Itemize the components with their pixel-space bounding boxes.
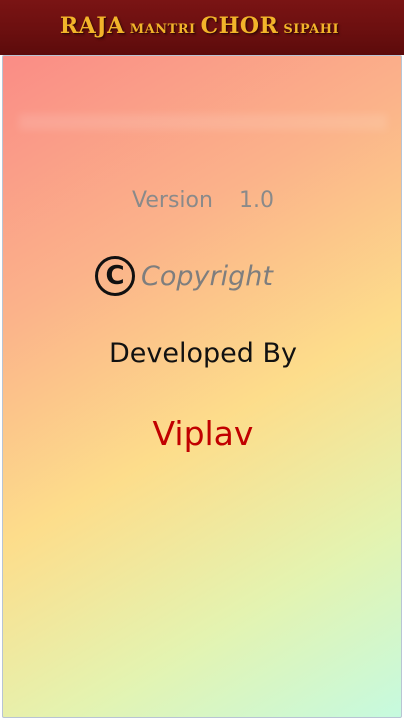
app-title-mantri: MANTRI xyxy=(129,21,196,37)
version-row: Version 1.0 xyxy=(3,188,401,213)
copyright-symbol: C xyxy=(105,261,125,291)
app-title: RAJA MANTRI CHOR SIPAHI xyxy=(60,15,344,37)
app-title-chor: CHOR xyxy=(200,12,279,39)
version-label: Version xyxy=(132,188,213,213)
app-title-sipahi: SIPAHI xyxy=(283,21,340,37)
copyright-icon: C xyxy=(95,256,135,296)
app-title-raja: RAJA xyxy=(59,12,125,39)
title-bar: RAJA MANTRI CHOR SIPAHI xyxy=(0,0,404,55)
developed-by-label: Developed By xyxy=(109,338,297,369)
header-shadow xyxy=(19,114,387,130)
copyright-label: Copyright xyxy=(141,260,273,292)
about-panel: Version 1.0 C Copyright Developed By Vipl… xyxy=(2,55,402,718)
developer-name: Viplav xyxy=(152,414,254,453)
version-number: 1.0 xyxy=(238,188,274,213)
copyright-row: C Copyright xyxy=(95,253,273,299)
